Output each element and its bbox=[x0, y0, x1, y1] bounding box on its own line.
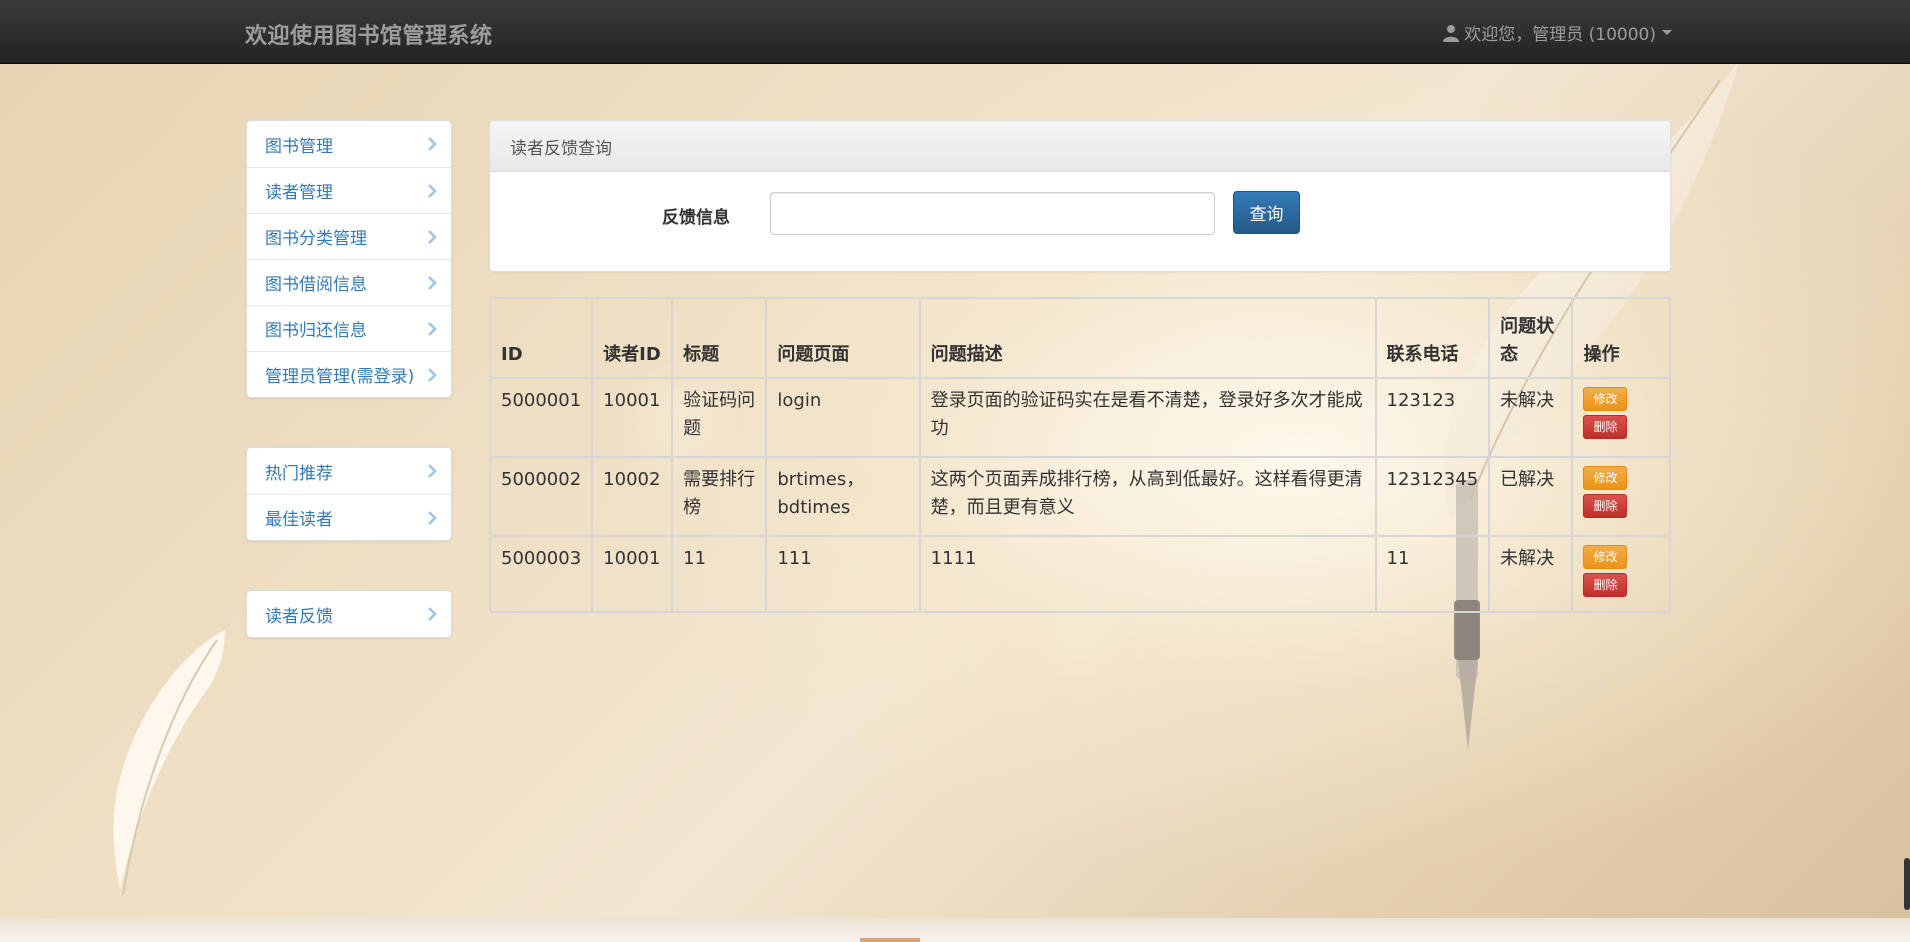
sidebar-item-label: 图书分类管理 bbox=[265, 229, 367, 249]
user-dropdown[interactable]: 欢迎您，管理员 (10000) bbox=[1442, 20, 1672, 45]
cell-page: brtimes，bdtimes bbox=[765, 456, 921, 537]
sidebar-stats-menu: 热门推荐 最佳读者 bbox=[246, 447, 452, 541]
column-header-status: 问题状态 bbox=[1488, 297, 1574, 379]
cell-reader-id: 10001 bbox=[591, 377, 674, 458]
table-row: 5000003 10001 11 111 1111 11 未解决 修改 删除 bbox=[488, 535, 1671, 613]
chevron-right-icon bbox=[428, 464, 437, 478]
cell-phone: 123123 bbox=[1374, 377, 1491, 458]
cell-description: 这两个页面弄成排行榜，从高到低最好。这样看得更清楚，而且更有意义 bbox=[918, 456, 1377, 537]
feedback-search-panel: 读者反馈查询 反馈信息 查询 bbox=[489, 120, 1671, 272]
sidebar-item-label: 热门推荐 bbox=[265, 463, 333, 484]
chevron-right-icon bbox=[428, 137, 437, 151]
sidebar-item-label: 读者管理 bbox=[265, 183, 333, 203]
sidebar-item-label: 图书借阅信息 bbox=[265, 275, 367, 295]
search-button[interactable]: 查询 bbox=[1233, 191, 1300, 234]
sidebar-item-admin-management[interactable]: 管理员管理(需登录) bbox=[247, 351, 451, 397]
sidebar-feedback-menu: 读者反馈 bbox=[246, 590, 452, 638]
cell-actions: 修改 删除 bbox=[1571, 456, 1671, 537]
table-row: 5000002 10002 需要排行榜 brtimes，bdtimes 这两个页… bbox=[488, 456, 1671, 537]
sidebar-item-borrow-info[interactable]: 图书借阅信息 bbox=[247, 259, 451, 305]
sidebar-item-reader-feedback[interactable]: 读者反馈 bbox=[247, 591, 451, 637]
edit-button[interactable]: 修改 bbox=[1583, 545, 1628, 569]
feedback-table: ID 读者ID 标题 问题页面 问题描述 联系电话 问题状态 操作 500000… bbox=[488, 297, 1671, 613]
cell-actions: 修改 删除 bbox=[1571, 535, 1671, 613]
sidebar-item-best-reader[interactable]: 最佳读者 bbox=[247, 494, 451, 540]
delete-button[interactable]: 删除 bbox=[1583, 415, 1628, 439]
sidebar-item-label: 最佳读者 bbox=[265, 510, 333, 530]
sidebar-item-label: 图书管理 bbox=[265, 136, 333, 157]
cell-title: 验证码问题 bbox=[671, 377, 768, 458]
app-brand[interactable]: 欢迎使用图书馆管理系统 bbox=[245, 18, 493, 50]
feather-decoration bbox=[113, 630, 225, 896]
cell-description: 1111 bbox=[918, 535, 1377, 613]
edit-button[interactable]: 修改 bbox=[1583, 387, 1628, 411]
delete-button[interactable]: 删除 bbox=[1583, 573, 1628, 597]
chevron-right-icon bbox=[428, 183, 437, 198]
column-header-id: ID bbox=[488, 297, 594, 379]
sidebar-item-label: 图书归还信息 bbox=[265, 321, 367, 341]
user-icon bbox=[1443, 24, 1460, 42]
chevron-right-icon bbox=[428, 275, 437, 290]
sidebar-item-reader-management[interactable]: 读者管理 bbox=[247, 167, 451, 213]
bottom-strip bbox=[0, 918, 1910, 942]
cell-description: 登录页面的验证码实在是看不清楚，登录好多次才能成功 bbox=[918, 377, 1377, 458]
cell-actions: 修改 删除 bbox=[1571, 377, 1671, 458]
cell-page: 111 bbox=[765, 535, 921, 613]
chevron-right-icon bbox=[428, 607, 437, 621]
cell-title: 需要排行榜 bbox=[671, 456, 768, 537]
column-header-reader-id: 读者ID bbox=[591, 297, 674, 379]
cell-status: 未解决 bbox=[1488, 377, 1574, 458]
cell-id: 5000001 bbox=[488, 377, 594, 458]
column-header-actions: 操作 bbox=[1571, 297, 1671, 379]
column-header-page: 问题页面 bbox=[765, 297, 921, 379]
panel-title: 读者反馈查询 bbox=[490, 121, 1670, 172]
feedback-info-label: 反馈信息 bbox=[662, 208, 730, 228]
cell-status: 已解决 bbox=[1488, 456, 1574, 537]
cell-id: 5000003 bbox=[488, 535, 594, 613]
column-header-phone: 联系电话 bbox=[1374, 297, 1491, 379]
cell-status: 未解决 bbox=[1488, 535, 1574, 613]
caret-down-icon bbox=[1662, 30, 1672, 35]
scrollbar-thumb[interactable] bbox=[1904, 858, 1910, 910]
sidebar-item-label: 管理员管理(需登录) bbox=[265, 367, 415, 387]
cell-page: login bbox=[765, 377, 921, 458]
cell-title: 11 bbox=[671, 535, 768, 613]
chevron-right-icon bbox=[428, 367, 437, 382]
user-label: 欢迎您，管理员 (10000) bbox=[1464, 25, 1656, 45]
cell-reader-id: 10002 bbox=[591, 456, 674, 537]
feedback-search-input[interactable] bbox=[770, 192, 1215, 235]
column-header-description: 问题描述 bbox=[918, 297, 1377, 379]
cell-reader-id: 10001 bbox=[591, 535, 674, 613]
sidebar-item-label: 读者反馈 bbox=[265, 606, 333, 627]
sidebar-main-menu: 图书管理 读者管理 图书分类管理 图书借阅信息 图书归还信息 管理员管理(需登录… bbox=[246, 120, 452, 398]
table-header-row: ID 读者ID 标题 问题页面 问题描述 联系电话 问题状态 操作 bbox=[488, 297, 1671, 379]
sidebar-item-category-management[interactable]: 图书分类管理 bbox=[247, 213, 451, 259]
edit-button[interactable]: 修改 bbox=[1583, 466, 1628, 490]
sidebar-item-return-info[interactable]: 图书归还信息 bbox=[247, 305, 451, 351]
chevron-right-icon bbox=[428, 510, 437, 525]
sidebar-item-hot-recommend[interactable]: 热门推荐 bbox=[247, 448, 451, 494]
delete-button[interactable]: 删除 bbox=[1583, 494, 1628, 518]
chevron-right-icon bbox=[428, 229, 437, 244]
sidebar-item-book-management[interactable]: 图书管理 bbox=[247, 121, 451, 167]
top-navbar: 欢迎使用图书馆管理系统 欢迎您，管理员 (10000) bbox=[0, 0, 1910, 64]
cell-phone: 11 bbox=[1374, 535, 1491, 613]
column-header-title: 标题 bbox=[671, 297, 768, 379]
cell-phone: 12312345 bbox=[1374, 456, 1491, 537]
cell-id: 5000002 bbox=[488, 456, 594, 537]
chevron-right-icon bbox=[428, 321, 437, 336]
table-row: 5000001 10001 验证码问题 login 登录页面的验证码实在是看不清… bbox=[488, 377, 1671, 458]
